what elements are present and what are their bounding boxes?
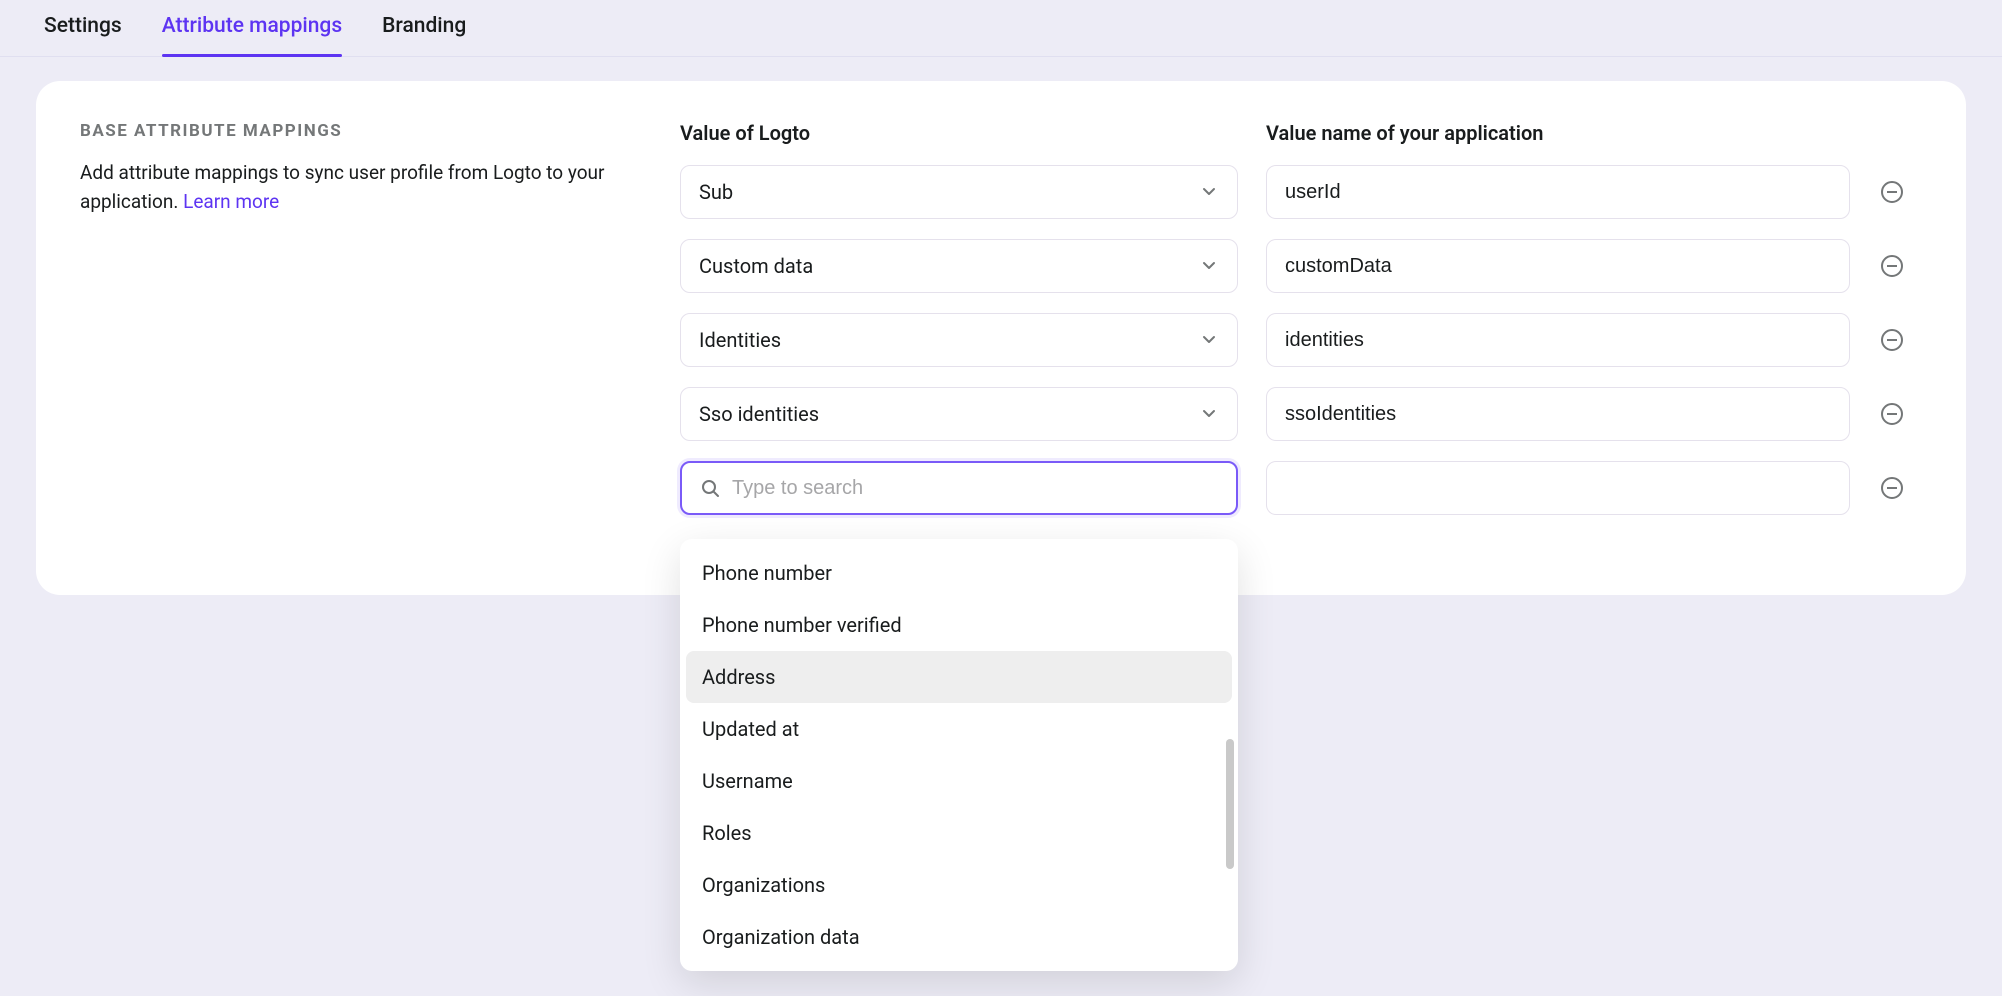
minus-circle-icon (1880, 328, 1904, 352)
tab-settings[interactable]: Settings (44, 0, 122, 56)
app-value-input[interactable] (1266, 313, 1850, 367)
app-value-field[interactable] (1285, 477, 1831, 500)
mapping-row: Sso identities (680, 387, 1906, 441)
mapping-row: Custom data (680, 239, 1906, 293)
app-value-field[interactable] (1285, 255, 1831, 278)
select-value: Custom data (699, 254, 813, 278)
section-description: Add attribute mappings to sync user prof… (80, 159, 640, 216)
app-value-field[interactable] (1285, 329, 1831, 352)
remove-row-button[interactable] (1878, 178, 1906, 206)
dropdown-option[interactable]: Username (686, 755, 1232, 807)
dropdown-option[interactable]: Address (686, 651, 1232, 703)
logto-value-select[interactable]: Identities (680, 313, 1238, 367)
select-value: Identities (699, 328, 781, 352)
section-description-text: Add attribute mappings to sync user prof… (80, 161, 604, 213)
app-value-field[interactable] (1285, 403, 1831, 426)
logto-value-search[interactable] (680, 461, 1238, 515)
remove-row-button[interactable] (1878, 326, 1906, 354)
tab-branding[interactable]: Branding (382, 0, 466, 56)
select-value: Sub (699, 180, 733, 204)
search-dropdown: Phone number Phone number verified Addre… (680, 539, 1238, 971)
column-header-app: Value name of your application (1266, 121, 1906, 145)
dropdown-option[interactable]: Roles (686, 807, 1232, 859)
section-title: BASE ATTRIBUTE MAPPINGS (80, 121, 640, 141)
minus-circle-icon (1880, 254, 1904, 278)
app-value-field[interactable] (1285, 181, 1831, 204)
section-info: BASE ATTRIBUTE MAPPINGS Add attribute ma… (80, 121, 640, 535)
app-value-input[interactable] (1266, 165, 1850, 219)
mapping-row: Sub (680, 165, 1906, 219)
dropdown-option[interactable]: Phone number (686, 547, 1232, 599)
minus-circle-icon (1880, 180, 1904, 204)
column-headers: Value of Logto Value name of your applic… (680, 121, 1906, 145)
mapping-row-new (680, 461, 1906, 515)
chevron-down-icon (1199, 404, 1219, 424)
logto-value-select[interactable]: Sub (680, 165, 1238, 219)
learn-more-link[interactable]: Learn more (183, 190, 279, 213)
mappings-card: BASE ATTRIBUTE MAPPINGS Add attribute ma… (36, 81, 1966, 595)
app-value-input[interactable] (1266, 239, 1850, 293)
search-icon (700, 478, 720, 498)
app-value-input[interactable] (1266, 387, 1850, 441)
minus-circle-icon (1880, 402, 1904, 426)
tab-attribute-mappings[interactable]: Attribute mappings (162, 0, 342, 56)
remove-row-button[interactable] (1878, 474, 1906, 502)
mappings-area: Value of Logto Value name of your applic… (680, 121, 1906, 535)
logto-value-select[interactable]: Sso identities (680, 387, 1238, 441)
remove-row-button[interactable] (1878, 400, 1906, 428)
chevron-down-icon (1199, 182, 1219, 202)
column-header-logto: Value of Logto (680, 121, 1238, 145)
logto-value-select[interactable]: Custom data (680, 239, 1238, 293)
remove-row-button[interactable] (1878, 252, 1906, 280)
scrollbar-thumb[interactable] (1226, 739, 1234, 869)
mapping-row: Identities (680, 313, 1906, 367)
dropdown-option[interactable]: Updated at (686, 703, 1232, 755)
chevron-down-icon (1199, 330, 1219, 350)
app-value-input[interactable] (1266, 461, 1850, 515)
dropdown-option[interactable]: Organization data (686, 911, 1232, 963)
dropdown-option[interactable]: Phone number verified (686, 599, 1232, 651)
dropdown-option[interactable]: Organizations (686, 859, 1232, 911)
select-value: Sso identities (699, 402, 819, 426)
search-input[interactable] (732, 477, 1218, 500)
tabs-bar: Settings Attribute mappings Branding (0, 0, 2002, 57)
chevron-down-icon (1199, 256, 1219, 276)
minus-circle-icon (1880, 476, 1904, 500)
